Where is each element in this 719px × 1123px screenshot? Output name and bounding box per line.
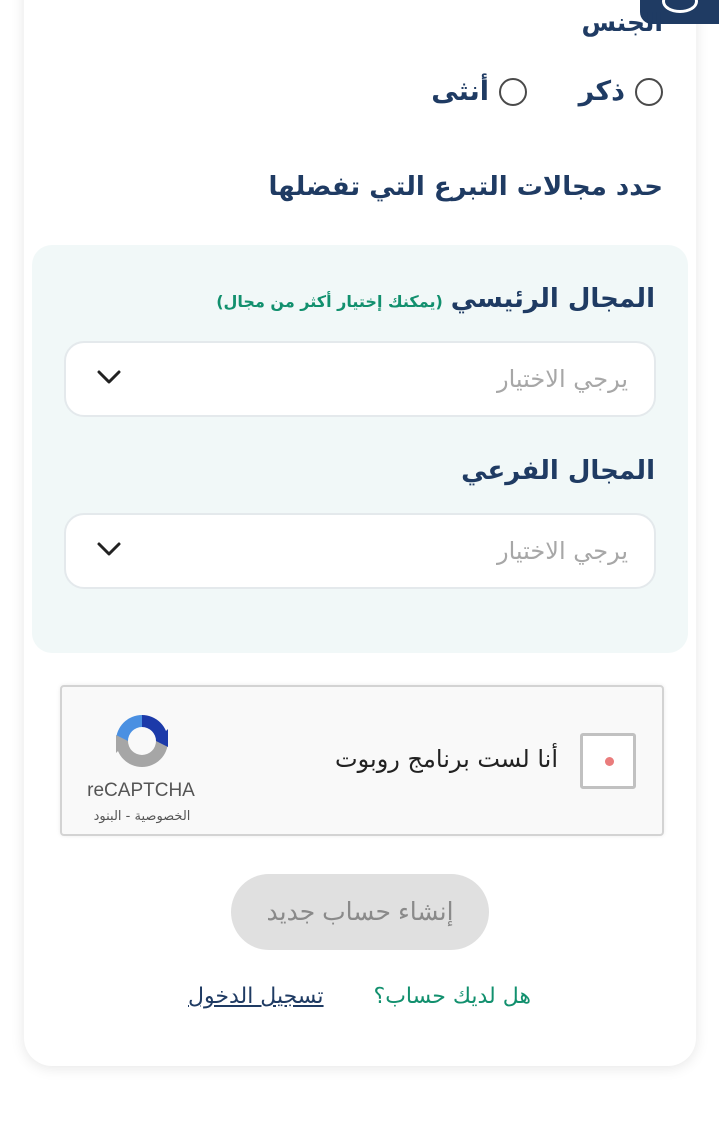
gender-option-male-label: ذكر — [578, 76, 625, 107]
recaptcha-links: الخصوصية - البنود — [84, 809, 200, 824]
have-account-question: هل لديك حساب؟ — [373, 984, 531, 1009]
sub-field-label: المجال الفرعي — [461, 456, 655, 486]
recaptcha-logo-icon — [110, 709, 174, 777]
sub-field-placeholder: يرجي الاختيار — [497, 537, 628, 565]
recaptcha-checkbox[interactable] — [580, 733, 636, 789]
recaptcha-privacy-link[interactable]: الخصوصية — [135, 809, 191, 824]
radio-male[interactable] — [635, 77, 663, 106]
recaptcha-separator: - — [125, 809, 131, 824]
recaptcha-widget: أنا لست برنامج روبوت reCAPTCHA الخصوصية … — [60, 685, 664, 836]
main-field-placeholder: يرجي الاختيار — [497, 365, 628, 393]
main-field-label: المجال الرئيسي — [450, 284, 655, 314]
login-link[interactable]: تسجيل الدخول — [188, 984, 324, 1009]
main-field-select[interactable]: يرجي الاختيار — [64, 341, 656, 417]
corner-icon — [662, 0, 698, 13]
main-field-hint: (يمكنك إختيار أكثر من مجال) — [216, 292, 443, 311]
gender-option-female-label: أنثى — [431, 76, 489, 107]
recaptcha-terms-link[interactable]: البنود — [94, 809, 122, 824]
main-field-label-row: المجال الرئيسي (يمكنك إختيار أكثر من مجا… — [216, 284, 655, 314]
donation-areas-title: حدد مجالات التبرع التي تفضلها — [268, 172, 663, 202]
gender-label: الجنس — [581, 8, 663, 37]
recaptcha-indicator — [605, 757, 614, 766]
radio-female[interactable] — [499, 77, 527, 106]
recaptcha-brand: reCAPTCHA — [87, 780, 195, 801]
sub-field-select[interactable]: يرجي الاختيار — [64, 513, 656, 589]
chevron-down-icon — [96, 541, 122, 561]
gender-option-male[interactable]: ذكر — [579, 76, 663, 107]
recaptcha-label: أنا لست برنامج روبوت — [335, 745, 558, 773]
create-account-button[interactable]: إنشاء حساب جديد — [231, 874, 489, 950]
chevron-down-icon — [96, 369, 122, 389]
gender-option-female[interactable]: أنثى — [431, 76, 527, 107]
